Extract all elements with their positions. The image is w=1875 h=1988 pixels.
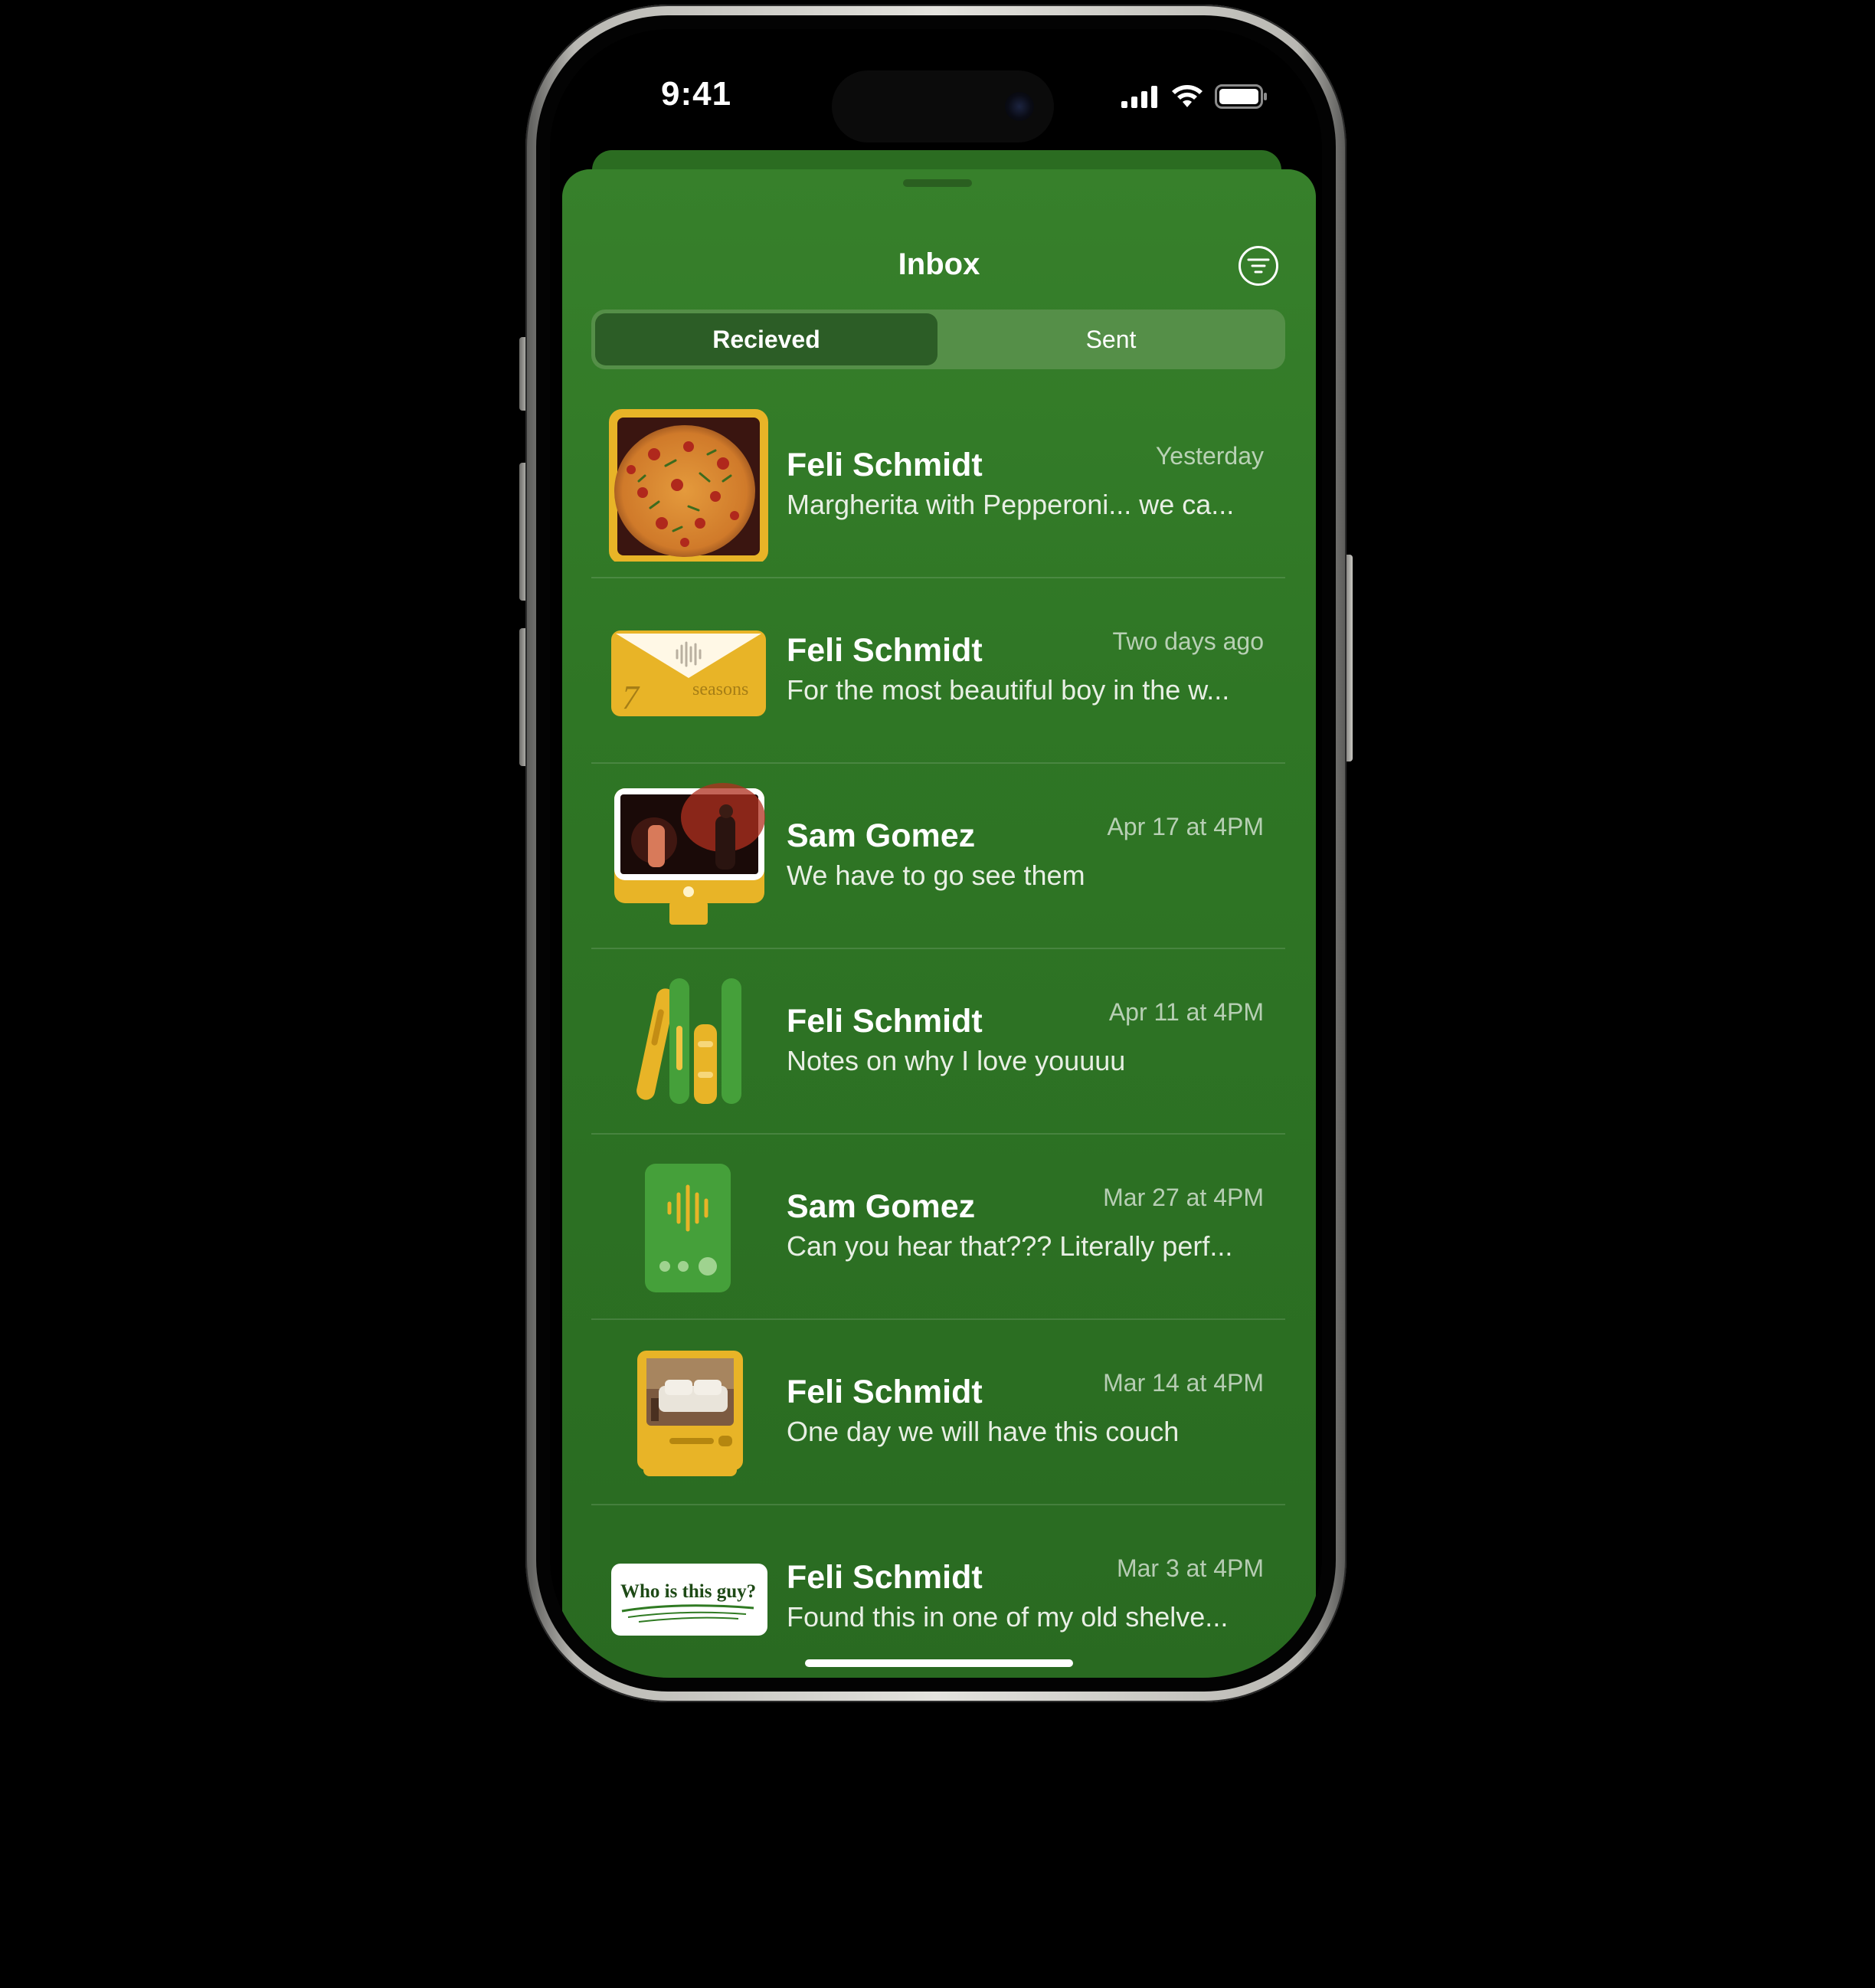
message-row[interactable]: Feli Schmidt Apr 11 at 4PM Notes on why … xyxy=(591,949,1285,1135)
message-time: Apr 17 at 4PM xyxy=(1107,813,1264,840)
battery-icon xyxy=(1215,84,1267,109)
message-time: Yesterday xyxy=(1155,442,1264,470)
sender-name: Feli Schmidt xyxy=(787,447,983,483)
phone-screen: 9:41 Inbox Recieved Sent Feli Schmidt Ye… xyxy=(550,29,1322,1678)
sender-name: Feli Schmidt xyxy=(787,632,983,669)
sender-name: Sam Gomez xyxy=(787,817,976,854)
message-row[interactable]: Sam Gomez Mar 27 at 4PM Can you hear tha… xyxy=(591,1135,1285,1320)
message-preview: Margherita with Pepperoni... we ca... xyxy=(787,489,1235,520)
message-time: Two days ago xyxy=(1112,627,1264,655)
message-preview: Can you hear that??? Literally perf... xyxy=(787,1230,1233,1262)
message-time: Mar 14 at 4PM xyxy=(1103,1369,1264,1397)
concert-video-monitor-thumbnail xyxy=(614,783,765,925)
sender-name: Sam Gomez xyxy=(787,1188,976,1225)
message-row[interactable]: Feli Schmidt Mar 14 at 4PM One day we wi… xyxy=(591,1320,1285,1505)
sender-name: Feli Schmidt xyxy=(787,1003,983,1040)
sender-name: Feli Schmidt xyxy=(787,1559,983,1596)
pizza-photo-thumbnail xyxy=(609,409,768,562)
front-camera xyxy=(1005,92,1034,121)
envelope-number: 7 xyxy=(622,679,640,716)
voice-recorder-thumbnail xyxy=(645,1164,731,1292)
tab-recieved[interactable]: Recieved xyxy=(595,313,938,365)
envelope-word: seasons xyxy=(692,680,748,699)
message-preview: One day we will have this couch xyxy=(787,1416,1180,1447)
message-row[interactable]: 7 seasons Feli Schmidt Two days ago For … xyxy=(591,578,1285,764)
tab-sent[interactable]: Sent xyxy=(940,313,1282,365)
inbox-segmented-control: Recieved Sent xyxy=(591,309,1285,369)
inbox-sheet: Inbox Recieved Sent Feli Schmidt Yesterd… xyxy=(562,169,1316,1678)
message-time: Apr 11 at 4PM xyxy=(1108,998,1264,1026)
wifi-icon xyxy=(1172,85,1203,107)
message-time: Mar 27 at 4PM xyxy=(1103,1184,1264,1211)
message-row[interactable]: Feli Schmidt Yesterday Margherita with P… xyxy=(591,393,1285,578)
sheet-grabber[interactable] xyxy=(903,179,972,187)
status-time: 9:41 xyxy=(661,75,732,113)
message-preview: For the most beautiful boy in the w... xyxy=(787,674,1230,706)
filter-button[interactable] xyxy=(1239,246,1278,286)
message-row[interactable]: Who is this guy? Feli Schmidt Mar 3 at 4… xyxy=(591,1505,1285,1678)
handwritten-note-thumbnail: Who is this guy? xyxy=(611,1564,767,1636)
status-icons xyxy=(1121,81,1268,112)
envelope-audio-thumbnail: 7 seasons xyxy=(611,630,766,716)
dynamic-island xyxy=(832,70,1054,142)
home-indicator[interactable] xyxy=(805,1659,1073,1667)
filter-icon xyxy=(1247,258,1270,273)
cellular-signal-icon xyxy=(1121,86,1157,108)
note-text: Who is this guy? xyxy=(620,1581,756,1602)
books-thumbnail xyxy=(636,978,741,1104)
message-preview: Notes on why I love youuuu xyxy=(787,1045,1126,1076)
couch-photo-frame-thumbnail xyxy=(637,1351,743,1476)
message-preview: Found this in one of my old shelve... xyxy=(787,1601,1229,1633)
sender-name: Feli Schmidt xyxy=(787,1374,983,1410)
message-row[interactable]: Sam Gomez Apr 17 at 4PM We have to go se… xyxy=(591,764,1285,949)
message-preview: We have to go see them xyxy=(787,860,1085,891)
page-title: Inbox xyxy=(898,247,980,281)
message-time: Mar 3 at 4PM xyxy=(1116,1554,1264,1582)
